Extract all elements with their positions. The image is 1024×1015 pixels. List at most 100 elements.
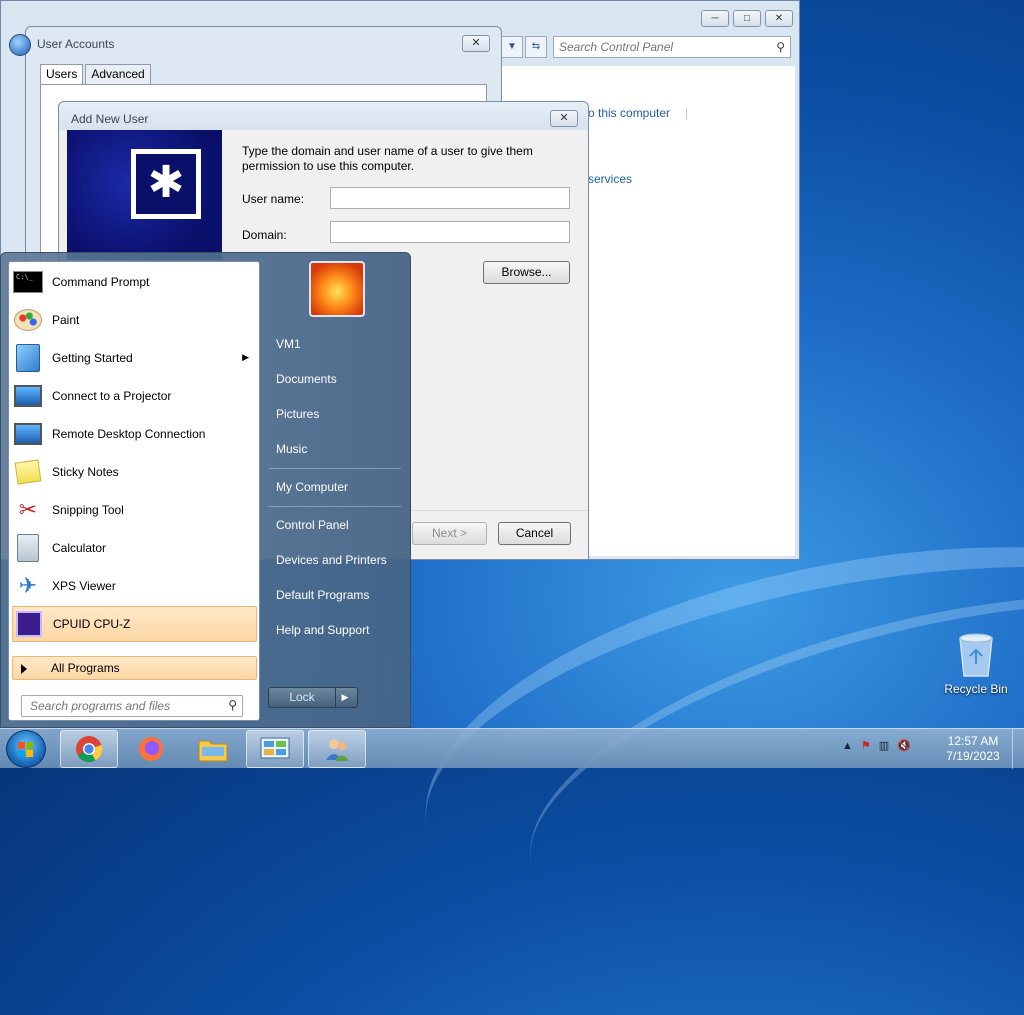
recycle-bin-desktop-icon[interactable]: Recycle Bin	[938, 630, 1014, 696]
search-control-panel[interactable]: ⚲	[553, 36, 791, 58]
back-arrow-icon[interactable]	[9, 34, 31, 56]
close-button[interactable]: ✕	[765, 10, 793, 27]
shutdown-options-arrow-icon[interactable]: ▶	[336, 688, 354, 707]
start-menu: C:\_ Command Prompt Paint Getting Starte…	[0, 252, 411, 728]
maximize-button[interactable]: □	[733, 10, 761, 27]
window-controls: ─ □ ✕	[701, 10, 793, 27]
paint-icon	[12, 304, 44, 336]
taskbar-control-panel[interactable]	[246, 730, 304, 768]
lock-button[interactable]: Lock	[269, 688, 336, 707]
program-label: Remote Desktop Connection	[52, 427, 206, 441]
close-button[interactable]: ✕	[462, 35, 490, 52]
taskbar-explorer[interactable]	[184, 730, 242, 768]
windows-logo-icon	[18, 742, 33, 757]
link-give-access[interactable]: o this computer	[588, 106, 670, 120]
program-label: Connect to a Projector	[52, 389, 172, 403]
network-icon[interactable]: ▥	[879, 739, 889, 752]
search-icon[interactable]: ⚲	[228, 698, 237, 712]
show-hidden-icons-icon[interactable]: ▲	[842, 740, 853, 752]
link-separator: |	[685, 106, 689, 120]
user-picture[interactable]	[309, 261, 365, 317]
start-item-my-computer[interactable]: My Computer	[276, 480, 348, 494]
volume-muted-icon[interactable]: 🔇	[897, 739, 911, 752]
start-item-control-panel[interactable]: Control Panel	[276, 518, 349, 532]
start-item-help-support[interactable]: Help and Support	[276, 623, 369, 637]
folder-icon	[198, 740, 228, 762]
dropdown-arrow-icon[interactable]: ▼	[501, 36, 523, 58]
taskbar-firefox[interactable]	[122, 730, 180, 768]
projector-icon	[12, 380, 44, 412]
clock-time: 12:57 AM	[947, 734, 999, 748]
tab-users[interactable]: Users	[40, 64, 84, 86]
start-item-pictures[interactable]: Pictures	[276, 407, 319, 421]
refresh-icon[interactable]: ⇆	[525, 36, 547, 58]
users-icon	[326, 739, 349, 761]
start-menu-programs-pane: C:\_ Command Prompt Paint Getting Starte…	[8, 261, 260, 721]
program-remote-desktop[interactable]: Remote Desktop Connection	[12, 416, 257, 452]
command-prompt-icon: C:\_	[12, 266, 44, 298]
xps-viewer-icon: ✈	[18, 573, 38, 598]
show-desktop-button[interactable]	[1012, 729, 1024, 769]
window-title: User Accounts	[37, 37, 115, 51]
remote-desktop-icon	[12, 418, 44, 450]
program-connect-projector[interactable]: Connect to a Projector	[12, 378, 257, 414]
start-button[interactable]	[6, 730, 46, 768]
triangle-right-icon	[21, 664, 27, 674]
cancel-button[interactable]: Cancel	[498, 522, 571, 545]
snipping-tool-icon: ✂	[18, 497, 38, 522]
search-input[interactable]	[554, 37, 764, 57]
program-label: XPS Viewer	[52, 579, 116, 593]
cpu-z-icon	[13, 608, 45, 640]
search-icon[interactable]: ⚲	[776, 40, 785, 54]
domain-label: Domain:	[242, 228, 287, 242]
program-label: Paint	[52, 313, 80, 327]
system-clock[interactable]: 12:57 AM 7/19/2023	[940, 734, 1006, 764]
domain-input[interactable]	[331, 222, 569, 242]
program-label: Command Prompt	[52, 275, 150, 289]
sticky-notes-icon	[12, 456, 44, 488]
start-item-music[interactable]: Music	[276, 442, 307, 456]
start-search-input[interactable]	[22, 696, 217, 716]
program-calculator[interactable]: Calculator	[12, 530, 257, 566]
next-button[interactable]: Next >	[412, 522, 487, 545]
program-cpu-z[interactable]: CPUID CPU-Z	[12, 606, 257, 642]
all-programs-button[interactable]: All Programs	[12, 656, 257, 680]
taskbar-user-accounts[interactable]	[308, 730, 366, 768]
program-command-prompt[interactable]: C:\_ Command Prompt	[12, 264, 257, 300]
minimize-button[interactable]: ─	[701, 10, 729, 27]
start-search-box[interactable]: ⚲	[21, 695, 243, 717]
username-label: User name:	[242, 192, 305, 206]
action-center-flag-icon[interactable]: ⚑	[861, 739, 871, 752]
start-item-vm1[interactable]: VM1	[276, 337, 301, 351]
recycle-bin-label: Recycle Bin	[944, 682, 1008, 696]
program-label: CPUID CPU-Z	[53, 617, 131, 631]
notification-area: ▲ ⚑ ▥ 🔇	[842, 739, 911, 753]
instructions-text: Type the domain and user name of a user …	[242, 144, 533, 173]
start-item-devices-printers[interactable]: Devices and Printers	[276, 553, 387, 567]
start-item-default-programs[interactable]: Default Programs	[276, 588, 369, 602]
firefox-icon	[139, 737, 163, 761]
tab-advanced[interactable]: Advanced	[85, 64, 151, 86]
taskbar-chrome[interactable]	[60, 730, 118, 768]
link-services[interactable]: services	[588, 172, 632, 186]
chrome-icon	[76, 736, 103, 763]
program-getting-started[interactable]: Getting Started ▶	[12, 340, 257, 376]
username-input[interactable]	[331, 188, 569, 208]
username-field[interactable]	[330, 187, 570, 209]
program-snipping-tool[interactable]: ✂ Snipping Tool	[12, 492, 257, 528]
domain-field[interactable]	[330, 221, 570, 243]
program-paint[interactable]: Paint	[12, 302, 257, 338]
dialog-title: Add New User	[71, 112, 149, 126]
program-sticky-notes[interactable]: Sticky Notes	[12, 454, 257, 490]
close-button[interactable]: ✕	[550, 110, 578, 127]
browse-button[interactable]: Browse...	[483, 261, 570, 284]
wizard-banner: ✱	[67, 130, 222, 260]
lock-button-group: Lock ▶	[268, 687, 358, 708]
separator	[269, 468, 401, 469]
program-label: Getting Started	[52, 351, 133, 365]
wizard-key-icon: ✱	[131, 149, 201, 219]
submenu-arrow-icon[interactable]: ▶	[242, 352, 249, 363]
program-label: Snipping Tool	[52, 503, 124, 517]
start-item-documents[interactable]: Documents	[276, 372, 337, 386]
program-xps-viewer[interactable]: ✈ XPS Viewer	[12, 568, 257, 604]
